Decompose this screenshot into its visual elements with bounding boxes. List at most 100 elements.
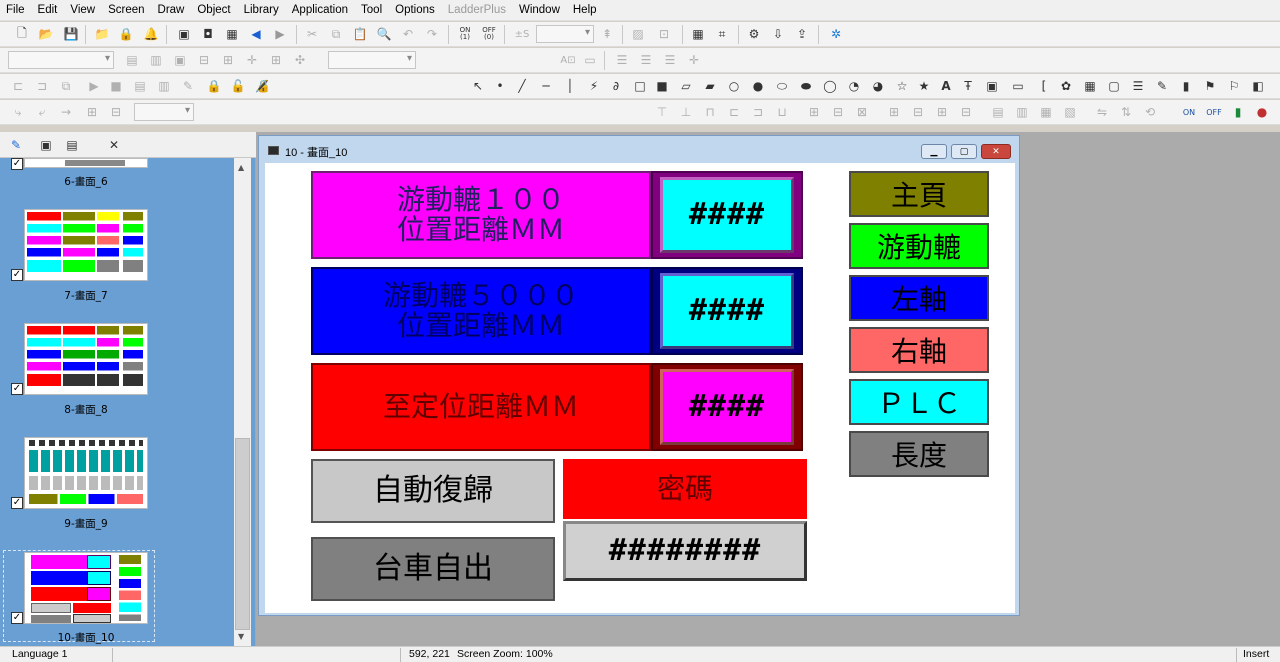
reset-icon[interactable]: ▥ — [156, 78, 172, 94]
bracket-icon[interactable]: [ — [1036, 78, 1052, 94]
scroll-up-icon[interactable]: ▲ — [238, 163, 244, 172]
connector-icon[interactable]: ⤷ — [10, 104, 26, 120]
send-back-icon[interactable]: ▥ — [148, 52, 164, 68]
text-size-icon[interactable]: A⊡ — [558, 52, 578, 68]
ungroup-icon[interactable]: ⊟ — [196, 52, 212, 68]
data-table-icon[interactable]: ▦ — [1082, 78, 1098, 94]
filled-rect-icon[interactable]: ■ — [654, 78, 670, 94]
center-h-icon[interactable]: ⊞ — [934, 104, 950, 120]
menu-application[interactable]: Application — [286, 4, 355, 16]
nav-roller-button[interactable]: 游動轆 — [849, 223, 989, 269]
menu-object[interactable]: Object — [191, 4, 237, 16]
set-icon[interactable]: ▤ — [132, 78, 148, 94]
download-icon[interactable]: ⇩ — [770, 26, 786, 42]
circle-outline-icon[interactable]: ◯ — [822, 78, 838, 94]
page-label-9[interactable]: 9-畫面_9 — [20, 516, 152, 531]
center-v-icon[interactable]: ⊟ — [958, 104, 974, 120]
find-icon[interactable]: 🔍 — [376, 26, 392, 42]
cart-out-button[interactable]: 台車自出 — [311, 537, 555, 601]
same-width-icon[interactable]: ⊞ — [806, 104, 822, 120]
state-step-icon[interactable]: ⇞ — [599, 26, 615, 42]
auto-return-button[interactable]: 自動復歸 — [311, 459, 555, 523]
forward-arrow-icon[interactable]: ▶ — [272, 26, 288, 42]
style-select[interactable] — [328, 51, 416, 69]
dot-icon[interactable]: • — [492, 78, 508, 94]
group-icon[interactable]: ▣ — [172, 52, 188, 68]
nav-plc-button[interactable]: ＰＬＣ — [849, 379, 989, 425]
center-icon[interactable]: ✣ — [292, 52, 308, 68]
flag-alt-icon[interactable]: ⚐ — [1226, 78, 1242, 94]
pin-icon[interactable]: ✎ — [8, 137, 24, 153]
off-icon[interactable]: OFF — [1204, 104, 1224, 120]
menu-file[interactable]: File — [0, 4, 32, 16]
text-outline-icon[interactable]: Ŧ — [960, 78, 976, 94]
copy-icon[interactable]: ⧉ — [328, 26, 344, 42]
arrow-right-icon[interactable]: → — [58, 104, 74, 120]
snap-icon[interactable]: ⌗ — [714, 26, 730, 42]
frame-icon[interactable]: ▭ — [1010, 78, 1026, 94]
maximize-button[interactable]: ▢ — [951, 144, 977, 159]
bring-front-icon[interactable]: ▤ — [124, 52, 140, 68]
circle-icon[interactable]: ○ — [726, 78, 742, 94]
ladder-step-icon[interactable]: ⊐ — [34, 78, 50, 94]
panel-scrollbar[interactable]: ▲ ▼ — [234, 158, 251, 646]
align-hleft-icon[interactable]: ⊏ — [726, 104, 742, 120]
ladder-icon[interactable]: ⊏ — [10, 78, 26, 94]
page-checkbox-7[interactable]: ✓ — [11, 269, 23, 281]
order-back-icon[interactable]: ▥ — [1014, 104, 1030, 120]
nav-home-button[interactable]: 主頁 — [849, 171, 989, 217]
lamp-icon[interactable]: ● — [1254, 104, 1270, 120]
align-hcenter-icon[interactable]: ⊐ — [750, 104, 766, 120]
image-icon[interactable]: ▨ — [630, 26, 646, 42]
page-checkbox-8[interactable]: ✓ — [11, 383, 23, 395]
password-input[interactable]: ######## — [563, 521, 807, 581]
menu-help[interactable]: Help — [567, 4, 604, 16]
menu-window[interactable]: Window — [513, 4, 567, 16]
undo-icon[interactable]: ↶ — [400, 26, 416, 42]
list-view-icon[interactable]: ▤ — [64, 137, 80, 153]
ellipse-icon[interactable]: ⬭ — [774, 78, 790, 94]
page-checkbox-6[interactable]: ✓ — [11, 158, 23, 170]
page-label-7[interactable]: 7-畫面_7 — [20, 288, 152, 303]
distribute-icon[interactable]: ⊞ — [84, 104, 100, 120]
grid-icon[interactable]: ▦ — [690, 26, 706, 42]
simulate-icon[interactable]: ⇪ — [794, 26, 810, 42]
flip-h-icon[interactable]: ⇋ — [1094, 104, 1110, 120]
picture-icon[interactable]: ▣ — [984, 78, 1000, 94]
close-panel-icon[interactable]: ✕ — [106, 137, 122, 153]
run-icon[interactable]: ▶ — [86, 78, 102, 94]
scroll-down-icon[interactable]: ▼ — [238, 632, 244, 641]
pointer-icon[interactable]: ↖ — [470, 78, 486, 94]
star-icon[interactable]: ☆ — [894, 78, 910, 94]
curve-icon[interactable]: ∂ — [608, 78, 624, 94]
save-icon[interactable]: 💾 — [63, 26, 79, 42]
space-h-icon[interactable]: ⊞ — [886, 104, 902, 120]
on-icon[interactable]: ON — [1180, 104, 1198, 120]
nav-length-button[interactable]: 長度 — [849, 431, 989, 477]
space-v-icon[interactable]: ⊟ — [910, 104, 926, 120]
menu-library[interactable]: Library — [238, 4, 286, 16]
page-thumbnail-8[interactable] — [24, 323, 148, 395]
page-label-10[interactable]: 10-畫面_10 — [20, 630, 152, 645]
nav-right-axis-button[interactable]: 右軸 — [849, 327, 989, 373]
order-backward-icon[interactable]: ▧ — [1062, 104, 1078, 120]
align-bottom-icon[interactable]: ⊓ — [702, 104, 718, 120]
menu-edit[interactable]: Edit — [32, 4, 65, 16]
screen-icon[interactable]: ◘ — [200, 26, 216, 42]
menu-draw[interactable]: Draw — [152, 4, 192, 16]
page-thumbnail-9[interactable] — [24, 437, 148, 509]
bar-graph-icon[interactable]: ▮ — [1178, 78, 1194, 94]
close-button[interactable]: ✕ — [981, 144, 1011, 159]
hline-icon[interactable]: ─ — [538, 78, 554, 94]
arc-icon[interactable]: ◔ — [846, 78, 862, 94]
new-file-icon[interactable]: 🗋 — [14, 26, 30, 42]
network-icon[interactable]: ✲ — [828, 26, 844, 42]
size-icon[interactable]: ⊞ — [220, 52, 236, 68]
filled-parallelogram-icon[interactable]: ▰ — [702, 78, 718, 94]
menu-options[interactable]: Options — [389, 4, 442, 16]
roller-100-value-field[interactable]: #### — [660, 177, 794, 253]
order-forward-icon[interactable]: ▦ — [1038, 104, 1054, 120]
ladder-copy-icon[interactable]: ⧉ — [58, 78, 74, 94]
thumbnail-view-icon[interactable]: ▣ — [38, 137, 54, 153]
flip-v-icon[interactable]: ⇅ — [1118, 104, 1134, 120]
